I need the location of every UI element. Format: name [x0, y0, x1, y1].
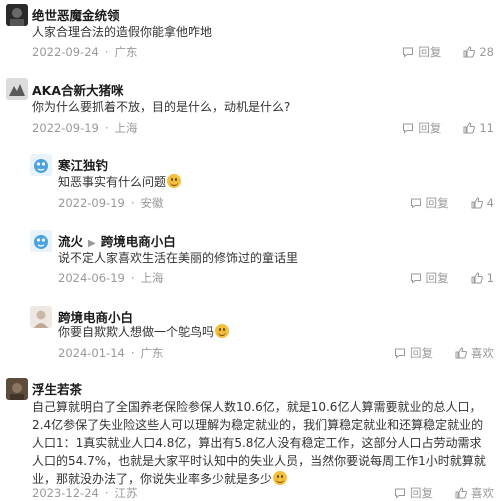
avatar[interactable] [6, 378, 28, 400]
thumbs-up-icon [455, 487, 467, 499]
comment-date: 2024-01-14 [58, 346, 125, 360]
thumbs-up-icon [463, 122, 476, 134]
reply-bubble-icon [410, 198, 421, 209]
like-count: 28 [479, 45, 494, 59]
like-button[interactable]: 28 [463, 45, 494, 59]
comment-location: 安徽 [140, 196, 164, 210]
comment-author[interactable]: AKA合新大猪咪 [32, 80, 124, 99]
reply-label: 回复 [418, 121, 442, 135]
comment-meta: 2022-09-19 · 上海 [32, 121, 138, 135]
like-button[interactable]: 4 [471, 196, 494, 210]
avatar[interactable] [30, 306, 52, 328]
reply-bubble-icon [395, 348, 405, 359]
thumbs-up-icon [455, 347, 467, 359]
comment-text-content: 你要自欺欺人想做一个鸵鸟吗 [58, 325, 215, 339]
comment-text: 自己算就明白了全国养老保险参保人数10.6亿，就是10.6亿人算需要就业的总人口… [32, 398, 492, 488]
comment-date: 2022-09-24 [32, 45, 99, 59]
comment-actions: 回复 11 [380, 120, 494, 136]
triangle-right-icon: ▶ [88, 238, 96, 249]
reply-bubble-icon [403, 123, 414, 134]
comment-item: 绝世恶魔金统领 人家合理合法的造假你能拿他咋地 2022-09-24 · 广东 回复… [0, 0, 500, 68]
like-button[interactable]: 喜欢 [455, 485, 494, 501]
comment-actions: 回复 喜欢 [372, 485, 494, 501]
avatar[interactable] [30, 154, 52, 176]
thumbs-up-icon [463, 46, 476, 58]
sub-comment-item: 流火 ▶ 跨境电商小白 说不定人家喜欢生活在美丽的修饰过的童话里 2024-06-1… [0, 226, 500, 296]
comment-item: 浮生若茶 自己算就明白了全国养老保险参保人数10.6亿，就是10.6亿人算需要就… [0, 374, 500, 501]
reply-label: 回复 [425, 271, 449, 285]
comment-item: AKA合新大猪咪 你为什么要抓着不放，目的是什么，动机是什么? 2022-09-… [0, 70, 500, 145]
comment-location: 上海 [140, 271, 164, 285]
comment-meta: 2024-01-14 · 广东 [58, 346, 164, 360]
reply-bubble-icon [395, 488, 405, 499]
reply-bubble-icon [403, 47, 414, 58]
like-count: 4 [486, 196, 494, 210]
comment-actions: 回复 28 [380, 44, 494, 60]
reply-button[interactable]: 回复 [410, 195, 449, 211]
comment-author[interactable]: 绝世恶魔金统领 [32, 5, 120, 24]
reply-button[interactable]: 回复 [394, 345, 433, 361]
comment-text-content: 知恶事实有什么问题 [58, 175, 167, 189]
comment-location: 上海 [114, 121, 138, 135]
reply-button[interactable]: 回复 [402, 44, 441, 60]
comment-text: 你为什么要抓着不放，目的是什么，动机是什么? [32, 100, 291, 114]
avatar[interactable] [30, 230, 52, 252]
comment-date: 2022-09-19 [32, 121, 99, 135]
comment-meta: 2023-12-24 · 江苏 [32, 486, 138, 500]
comment-actions: 回复 1 [388, 270, 494, 286]
like-button[interactable]: 11 [463, 121, 494, 135]
comment-text: 你要自欺欺人想做一个鸵鸟吗 [58, 323, 230, 341]
comment-actions: 回复 喜欢 [372, 345, 494, 361]
smile-emoji-icon [215, 324, 230, 338]
like-count: 喜欢 [471, 346, 494, 360]
like-button[interactable]: 喜欢 [455, 345, 494, 361]
comment-date: 2022-09-19 [58, 196, 125, 210]
comment-text: 知恶事实有什么问题 [58, 173, 182, 191]
comment-text: 人家合理合法的造假你能拿他咋地 [32, 25, 213, 39]
comment-text-content: 自己算就明白了全国养老保险参保人数10.6亿，就是10.6亿人算需要就业的总人口… [32, 400, 486, 486]
thumbs-up-icon [471, 197, 483, 209]
comment-date: 2024-06-19 [58, 271, 125, 285]
smirk-emoji-icon [167, 174, 182, 188]
reply-label: 回复 [410, 346, 433, 360]
comment-author-line: 流火 ▶ 跨境电商小白 [58, 231, 176, 250]
like-count: 喜欢 [471, 486, 494, 500]
reply-button[interactable]: 回复 [402, 120, 441, 136]
sub-comment-item: 跨境电商小白 你要自欺欺人想做一个鸵鸟吗 2024-01-14 · 广东 回复 喜欢 [0, 302, 500, 370]
reply-bubble-icon [410, 273, 421, 284]
comment-date: 2023-12-24 [32, 486, 99, 500]
comment-location: 广东 [114, 45, 138, 59]
reply-button[interactable]: 回复 [394, 485, 433, 501]
avatar[interactable] [6, 4, 28, 26]
sub-comment-item: 寒江独钓 知恶事实有什么问题 2022-09-19 · 安徽 回复 4 [0, 150, 500, 220]
comment-author[interactable]: 寒江独钓 [58, 155, 108, 174]
reply-label: 回复 [418, 45, 442, 59]
avatar[interactable] [6, 78, 28, 100]
reply-button[interactable]: 回复 [410, 270, 449, 286]
comment-meta: 2024-06-19 · 上海 [58, 271, 164, 285]
comment-author[interactable]: 流火 [58, 234, 83, 249]
comment-location: 广东 [140, 346, 164, 360]
comment-meta: 2022-09-19 · 安徽 [58, 196, 164, 210]
comment-text: 说不定人家喜欢生活在美丽的修饰过的童话里 [58, 251, 299, 265]
like-count: 1 [486, 271, 494, 285]
reply-label: 回复 [425, 196, 449, 210]
reply-to-author[interactable]: 跨境电商小白 [101, 234, 176, 249]
comment-actions: 回复 4 [388, 195, 494, 211]
like-button[interactable]: 1 [471, 271, 494, 285]
like-count: 11 [479, 121, 494, 135]
comment-location: 江苏 [114, 486, 138, 500]
comment-author[interactable]: 浮生若茶 [32, 379, 82, 398]
reply-label: 回复 [410, 486, 433, 500]
thumbs-up-icon [471, 272, 483, 284]
smile-emoji-icon [273, 471, 288, 485]
comment-meta: 2022-09-24 · 广东 [32, 45, 138, 59]
